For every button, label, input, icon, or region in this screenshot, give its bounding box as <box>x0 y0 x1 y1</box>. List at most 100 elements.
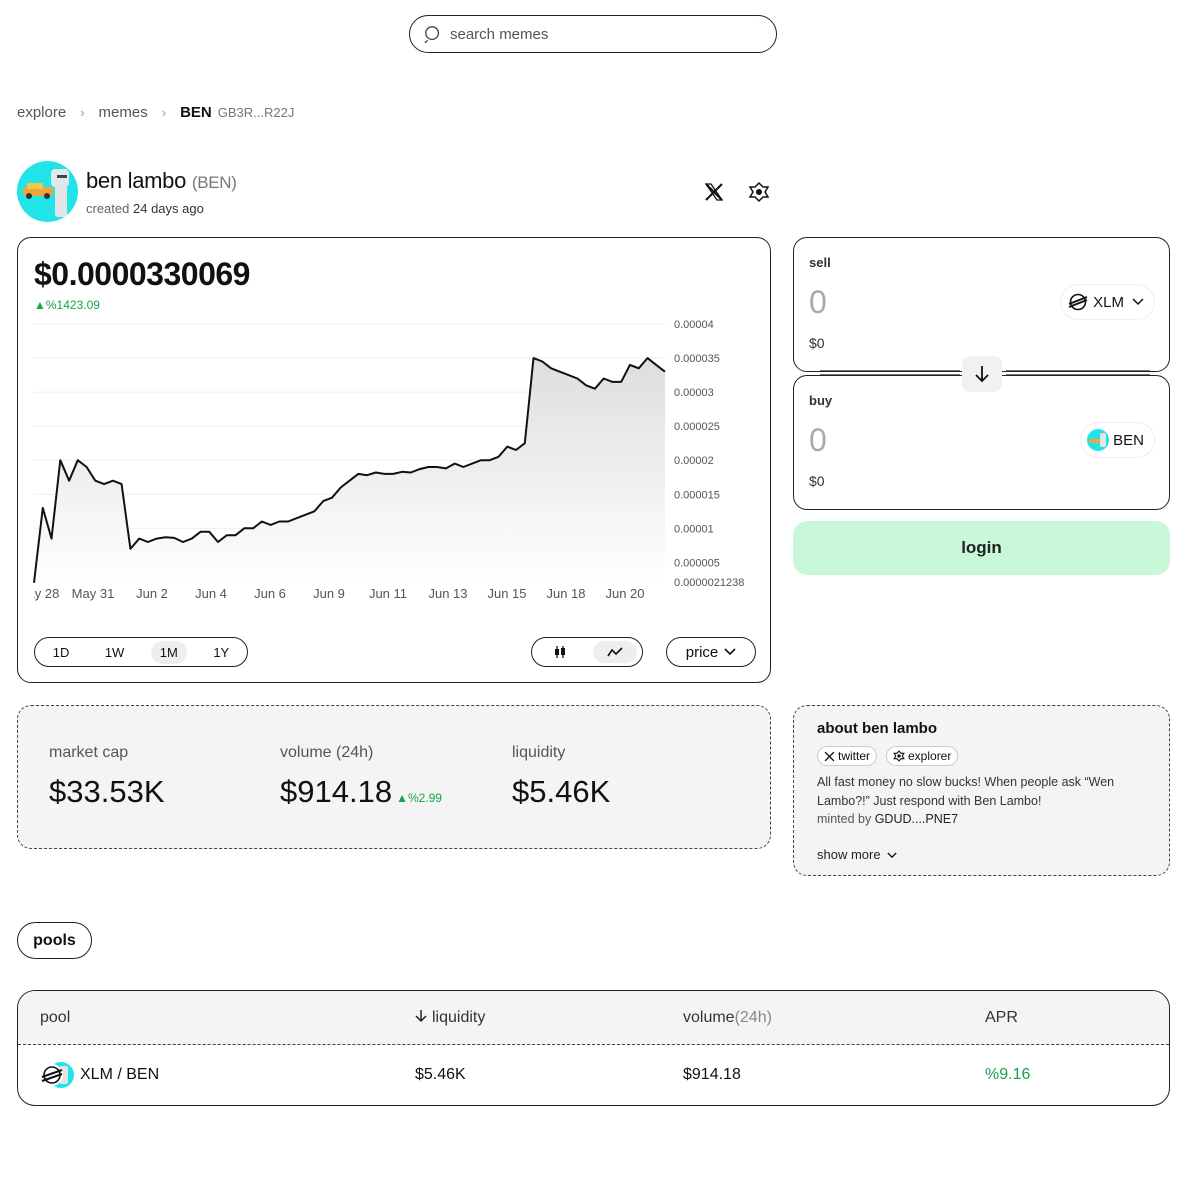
breadcrumb-explore[interactable]: explore <box>17 104 66 121</box>
x-logo-icon[interactable] <box>702 180 726 204</box>
timeframe-1w[interactable]: 1W <box>96 641 134 664</box>
explorer-icon[interactable] <box>747 180 771 204</box>
col-volume[interactable]: volume(24h) <box>683 1009 772 1027</box>
pools-table: pool liquidity volume(24h) APR XLM / BEN… <box>17 990 1170 1106</box>
volume-label: volume (24h) <box>280 744 374 761</box>
token-name-text: ben lambo <box>86 168 187 193</box>
buy-label: buy <box>809 393 833 408</box>
pool-pair[interactable]: XLM / BEN <box>80 1066 159 1084</box>
col-apr[interactable]: APR <box>985 1009 1018 1027</box>
candlestick-icon[interactable] <box>538 641 582 663</box>
sell-token-select[interactable]: XLM <box>1061 285 1154 319</box>
sell-usd-value: $0 <box>809 335 825 351</box>
search-bar[interactable] <box>409 15 777 53</box>
y-tick-label: 0.000025 <box>674 421 720 433</box>
volume-change-value: %2.99 <box>407 791 442 805</box>
buy-token-symbol: BEN <box>1113 431 1144 449</box>
breadcrumb-current: BEN <box>180 104 212 121</box>
y-tick-label: 0.0000021238 <box>674 577 744 589</box>
table-header: pool liquidity volume(24h) APR <box>18 991 1169 1045</box>
y-tick-label: 0.00003 <box>674 387 714 399</box>
twitter-link-label: twitter <box>838 749 871 763</box>
pool-liquidity: $5.46K <box>415 1066 466 1083</box>
pool-volume: $914.18 <box>683 1066 741 1083</box>
search-icon <box>424 26 440 43</box>
breadcrumb-address[interactable]: GB3R...R22J <box>218 105 295 120</box>
token-symbol: (BEN) <box>191 173 237 192</box>
y-tick-label: 0.000015 <box>674 489 720 501</box>
line-chart-icon[interactable] <box>592 641 637 663</box>
explorer-link-label: explorer <box>908 749 952 763</box>
chevron-right-icon: › <box>161 105 167 120</box>
y-tick-label: 0.000035 <box>674 353 720 365</box>
arrow-down-icon <box>975 366 989 383</box>
x-tick-label: Jun 13 <box>428 586 467 601</box>
y-tick-label: 0.000005 <box>674 557 720 569</box>
about-title: about ben lambo <box>817 720 937 737</box>
stat-liquidity: liquidity $5.46K <box>512 744 610 810</box>
sell-amount-input[interactable]: 0 <box>809 284 827 321</box>
explorer-icon <box>893 750 905 762</box>
minter-address[interactable]: GDUD....PNE7 <box>875 812 958 826</box>
x-tick-label: Jun 18 <box>546 586 585 601</box>
y-tick-label: 0.00004 <box>674 319 714 331</box>
stat-market-cap: market cap $33.53K <box>49 744 165 810</box>
show-more-button[interactable]: show more <box>817 847 897 862</box>
swap-direction-button[interactable] <box>962 356 1002 392</box>
x-tick-label: Jun 20 <box>605 586 644 601</box>
col-pool: pool <box>40 1008 71 1026</box>
about-description: All fast money no slow bucks! When peopl… <box>817 775 1115 808</box>
search-input[interactable] <box>450 25 750 43</box>
sell-panel: sell 0 $0 XLM <box>793 237 1170 372</box>
metric-select[interactable]: price <box>666 637 756 667</box>
x-axis-mask <box>18 584 34 604</box>
x-tick-label: Jun 15 <box>487 586 526 601</box>
timeframe-selector: 1D 1W 1M 1Y <box>34 637 248 667</box>
buy-amount-input[interactable]: 0 <box>809 422 827 459</box>
buy-usd-value: $0 <box>809 473 825 489</box>
current-price: $0.0000330069 <box>34 256 250 292</box>
login-button[interactable]: login <box>793 521 1170 575</box>
market-cap-label: market cap <box>49 744 129 761</box>
volume-value: $914.18 <box>280 774 393 809</box>
chart-mode-toggle <box>531 637 643 667</box>
minted-by: minted by GDUD....PNE7 <box>817 812 958 826</box>
x-tick-label: Jun 6 <box>254 586 286 601</box>
col-liquidity-label: liquidity <box>432 1008 486 1026</box>
col-volume-suffix: (24h) <box>734 1008 772 1026</box>
col-liquidity[interactable]: liquidity <box>415 1009 485 1027</box>
pair-icon <box>40 1060 74 1090</box>
show-more-label: show more <box>817 847 881 862</box>
metric-select-value: price <box>685 643 719 661</box>
chevron-down-icon <box>724 648 736 656</box>
x-tick-label: May 31 <box>72 586 115 601</box>
pool-apr: %9.16 <box>985 1066 1031 1083</box>
explorer-link[interactable]: explorer <box>886 746 959 766</box>
price-chart[interactable]: 0.00004 0.000035 0.00003 0.000025 0.00002 0.0… <box>18 308 770 608</box>
table-row[interactable]: XLM / BEN $5.46K $914.18 %9.16 <box>18 1045 1169 1105</box>
sell-token-symbol: XLM <box>1093 293 1124 311</box>
buy-token: BEN <box>1081 423 1154 457</box>
col-volume-label: volume <box>683 1008 735 1026</box>
volume-change: ▲%2.99 <box>396 791 442 805</box>
created-prefix: created <box>86 201 130 216</box>
sell-label: sell <box>809 255 831 270</box>
timeframe-1m[interactable]: 1M <box>150 640 187 664</box>
stellar-icon <box>1067 291 1089 313</box>
y-tick-label: 0.00002 <box>674 455 714 467</box>
pools-tab[interactable]: pools <box>17 922 92 959</box>
created-info: created 24 days ago <box>86 201 204 216</box>
stat-volume: volume (24h) $914.18 ▲%2.99 <box>280 744 442 810</box>
volume-row: $914.18 ▲%2.99 <box>280 774 442 810</box>
timeframe-1d[interactable]: 1D <box>44 641 79 664</box>
breadcrumb-memes[interactable]: memes <box>99 104 148 121</box>
liquidity-value: $5.46K <box>512 774 611 809</box>
chevron-down-icon <box>887 852 897 859</box>
y-tick-label: 0.00001 <box>674 523 714 535</box>
x-tick-label: Jun 2 <box>136 586 168 601</box>
timeframe-1y[interactable]: 1Y <box>204 641 238 664</box>
price-chart-card: $0.0000330069 ▲%1423.09 0.00004 0.000035 0… <box>17 237 771 683</box>
twitter-link[interactable]: twitter <box>817 746 878 766</box>
token-avatar <box>17 161 78 222</box>
breadcrumb: explore › memes › BEN GB3R...R22J <box>17 104 294 121</box>
